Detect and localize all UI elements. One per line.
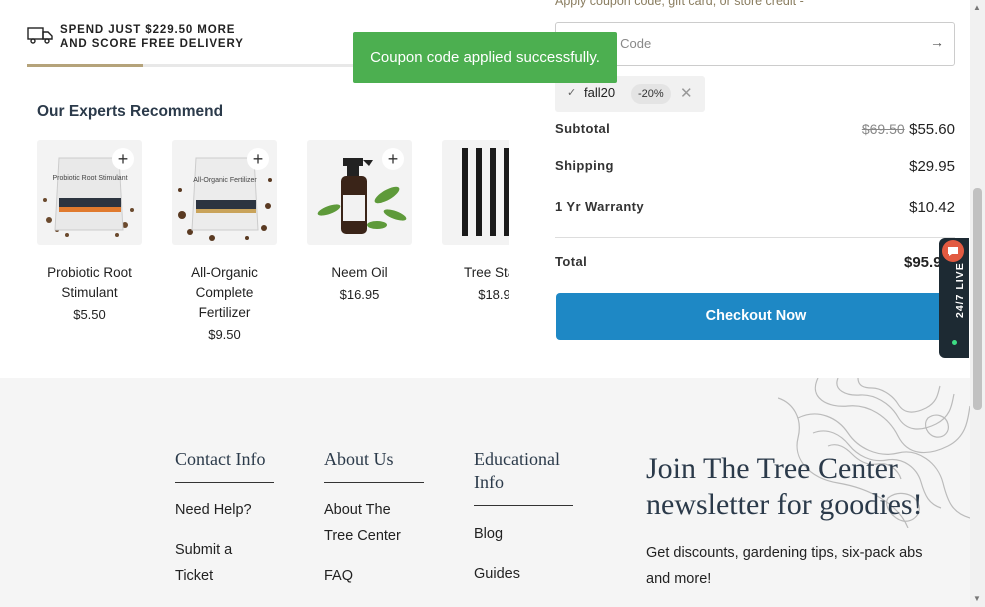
product-image[interactable]: + <box>307 140 412 245</box>
chat-bubble-icon[interactable] <box>942 240 964 262</box>
remove-coupon-icon[interactable]: ✕ <box>680 84 693 102</box>
online-status-dot <box>952 340 957 345</box>
warranty-value: $10.42 <box>909 199 955 216</box>
subtotal-original: $69.50 <box>861 121 905 137</box>
live-chat-label[interactable]: 24/7 LIVE <box>954 262 966 318</box>
scroll-down-icon[interactable]: ▼ <box>973 594 981 603</box>
total-value: $95.9 <box>904 254 942 271</box>
delivery-line-2: AND SCORE FREE DELIVERY <box>60 38 244 50</box>
subtotal-label: Subtotal <box>555 121 611 136</box>
subtotal-discounted: $55.60 <box>909 121 955 138</box>
product-price: $9.50 <box>208 327 241 342</box>
footer-link-faq[interactable]: FAQ <box>324 563 353 589</box>
delivery-progress-fill <box>27 64 143 67</box>
footer-about-title: About Us <box>324 449 394 469</box>
applied-coupon-code: fall20 <box>584 85 616 100</box>
footer-education-title: Educational <box>474 449 560 469</box>
shipping-label: Shipping <box>555 158 614 173</box>
add-to-cart-button[interactable]: + <box>247 148 269 170</box>
footer-link-guides[interactable]: Guides <box>474 561 520 587</box>
product-card[interactable]: All-Organic Fertilizer + All-Organic Com… <box>172 140 277 342</box>
apply-coupon-arrow-icon[interactable]: → <box>930 34 944 50</box>
footer: Contact Info Need Help? Submit a Ticket … <box>0 378 970 607</box>
footer-link-need-help[interactable]: Need Help? <box>175 497 252 523</box>
newsletter-title: Join The Tree Center newsletter for good… <box>646 451 923 523</box>
newsletter-text-line-1: Get discounts, gardening tips, six-pack … <box>646 545 923 561</box>
checkout-button[interactable]: Checkout Now <box>556 293 956 340</box>
product-name[interactable]: Neem Oil <box>307 263 412 283</box>
scrollbar-thumb[interactable] <box>973 188 982 410</box>
truck-icon <box>27 26 53 44</box>
add-to-cart-button[interactable]: + <box>382 148 404 170</box>
scroll-up-icon[interactable]: ▲ <box>973 3 981 12</box>
footer-contact-title: Contact Info <box>175 449 266 469</box>
product-carousel: Probiotic Root Stimulant + Probiotic Roo… <box>37 140 509 370</box>
page-scrollbar[interactable]: ▲ ▼ <box>970 0 985 607</box>
footer-link-submit-ticket-2[interactable]: Ticket <box>175 563 213 589</box>
product-image[interactable] <box>442 140 509 245</box>
footer-divider <box>175 482 274 483</box>
warranty-label: 1 Yr Warranty <box>555 199 645 214</box>
footer-link-submit-ticket[interactable]: Submit a <box>175 537 232 563</box>
product-price: $5.50 <box>73 307 106 322</box>
subtotal-value: $69.50 $55.60 <box>862 121 955 139</box>
footer-link-about-2[interactable]: Tree Center <box>324 523 401 549</box>
product-price: $18.9 <box>478 287 509 302</box>
product-name[interactable]: Probiotic Root Stimulant <box>37 263 142 303</box>
discount-badge: -20% <box>631 84 671 104</box>
newsletter-title-line-2: newsletter for goodies! <box>646 488 923 521</box>
live-chat-tab[interactable]: 24/7 LIVE <box>939 238 969 358</box>
add-to-cart-button[interactable]: + <box>112 148 134 170</box>
product-image[interactable]: Probiotic Root Stimulant + <box>37 140 142 245</box>
newsletter-text-line-2: and more! <box>646 571 712 587</box>
svg-text:Probiotic Root Stimulant: Probiotic Root Stimulant <box>52 175 127 182</box>
coupon-label: Apply coupon code, gift card, or store c… <box>555 0 804 8</box>
product-card[interactable]: Probiotic Root Stimulant + Probiotic Roo… <box>37 140 142 322</box>
summary-divider <box>555 237 955 238</box>
check-icon: ✓ <box>567 87 577 99</box>
footer-divider <box>324 482 424 483</box>
product-card[interactable]: + Neem Oil $16.95 <box>307 140 412 302</box>
total-label: Total <box>555 254 588 269</box>
success-toast: Coupon code applied successfully. <box>353 32 617 83</box>
product-price: $16.95 <box>339 287 380 302</box>
newsletter-text: Get discounts, gardening tips, six-pack … <box>646 540 956 592</box>
footer-link-blog[interactable]: Blog <box>474 521 503 547</box>
footer-link-about[interactable]: About The <box>324 497 391 523</box>
footer-divider <box>474 505 573 506</box>
svg-text:All-Organic Fertilizer: All-Organic Fertilizer <box>193 177 257 184</box>
delivery-progress-bar <box>27 64 367 67</box>
free-delivery-message: SPEND JUST $229.50 MORE AND SCORE FREE D… <box>60 23 290 51</box>
newsletter-title-line-1: Join The Tree Center <box>646 452 898 485</box>
product-image[interactable]: All-Organic Fertilizer + <box>172 140 277 245</box>
footer-education-title-2: Info <box>474 472 504 492</box>
product-card[interactable]: Tree Staki $18.9 <box>442 140 509 302</box>
shipping-value: $29.95 <box>909 158 955 175</box>
product-name[interactable]: Tree Staki <box>442 263 509 283</box>
recommend-title: Our Experts Recommend <box>37 103 224 120</box>
product-name[interactable]: All-Organic Complete Fertilizer <box>172 263 277 323</box>
delivery-line-1: SPEND JUST $229.50 MORE <box>60 24 236 36</box>
